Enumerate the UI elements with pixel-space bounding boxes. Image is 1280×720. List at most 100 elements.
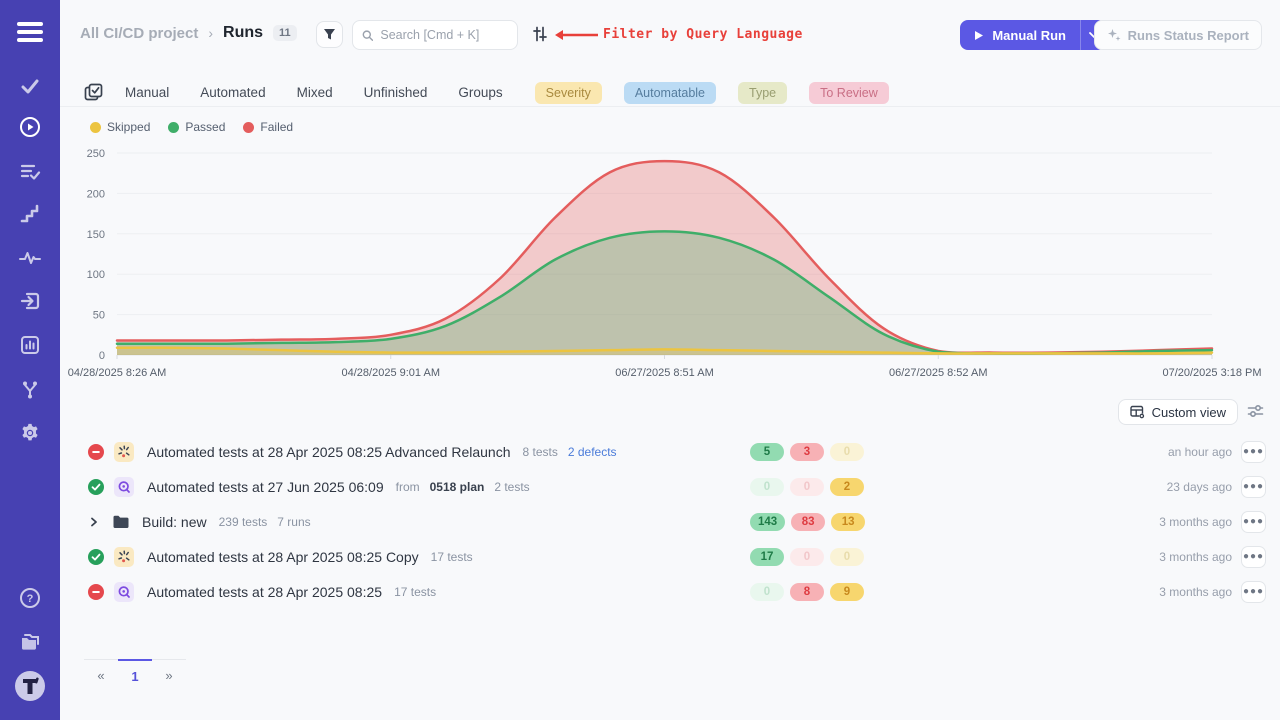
run-meta: from — [396, 480, 420, 494]
table-row[interactable]: Automated tests at 28 Apr 2025 08:25 Cop… — [60, 539, 1280, 574]
play-icon — [974, 30, 984, 41]
gear-icon — [19, 422, 41, 444]
prev-page-button[interactable]: « — [84, 659, 118, 691]
run-timestamp: 3 months ago — [1159, 515, 1232, 529]
view-settings-button[interactable] — [1247, 403, 1264, 424]
green-count-badge: 5 — [750, 443, 784, 461]
manual-run-button[interactable]: Manual Run — [960, 20, 1080, 50]
chip-automatable[interactable]: Automatable — [624, 82, 716, 104]
defects-link[interactable]: 2 defects — [568, 445, 617, 459]
passed-status-icon — [88, 479, 104, 495]
expand-chevron-icon[interactable] — [88, 516, 100, 528]
qase-icon — [114, 582, 134, 602]
red-count-badge: 8 — [790, 583, 824, 601]
run-meta: 239 tests — [219, 515, 268, 529]
sidebar-item-requirements[interactable] — [0, 283, 60, 319]
table-row[interactable]: Build: new 239 tests 7 runs 1438313 3 months… — [60, 504, 1280, 539]
legend-item-failed[interactable]: Failed — [243, 120, 293, 134]
legend-item-passed[interactable]: Passed — [168, 120, 225, 134]
sidebar-item-analytics[interactable] — [0, 327, 60, 363]
result-badges: 089 — [750, 583, 864, 601]
tab-automated[interactable]: Automated — [200, 85, 265, 100]
svg-text:200: 200 — [87, 188, 105, 200]
logo[interactable] — [0, 668, 60, 704]
breadcrumb: All CI/CD project › Runs 11 — [80, 24, 297, 42]
run-meta: 7 runs — [277, 515, 310, 529]
failed-status-icon — [88, 584, 104, 600]
table-row[interactable]: Automated tests at 28 Apr 2025 08:25 Adv… — [60, 434, 1280, 469]
sidebar-item-runs[interactable] — [0, 109, 60, 145]
folder-icon — [112, 514, 130, 530]
sidebar-item-settings[interactable] — [0, 415, 60, 451]
sidebar-item-help[interactable]: ? — [0, 580, 60, 616]
qase-icon — [114, 582, 134, 602]
svg-text:?: ? — [27, 593, 34, 605]
svg-text:06/27/2025 8:52 AM: 06/27/2025 8:52 AM — [889, 367, 987, 379]
run-title[interactable]: Automated tests at 28 Apr 2025 08:25 — [147, 584, 382, 600]
failed-status-icon — [88, 444, 104, 460]
legend-item-skipped[interactable]: Skipped — [90, 120, 150, 134]
query-language-filter-button[interactable] — [531, 25, 551, 45]
green-count-badge: 0 — [750, 583, 784, 601]
chip-type[interactable]: Type — [738, 82, 787, 104]
chip-severity[interactable]: Severity — [535, 82, 602, 104]
page-1-button[interactable]: 1 — [118, 659, 152, 691]
chart-legend: Skipped Passed Failed — [90, 120, 293, 134]
search-input[interactable] — [380, 28, 508, 42]
green-count-badge: 0 — [750, 478, 784, 496]
next-page-button[interactable]: » — [152, 659, 186, 691]
chip-to-review[interactable]: To Review — [809, 82, 889, 104]
filter-button[interactable] — [316, 21, 343, 48]
row-menu-button[interactable]: ●●● — [1241, 546, 1266, 568]
tab-mixed[interactable]: Mixed — [297, 85, 333, 100]
row-menu-button[interactable]: ●●● — [1241, 581, 1266, 603]
red-count-badge: 0 — [790, 548, 824, 566]
runs-count-badge: 11 — [273, 25, 297, 41]
play-circle-icon — [19, 116, 41, 138]
sidebar-item-traceability[interactable] — [0, 371, 60, 407]
run-meta-group: from0518 plan2 tests — [396, 480, 530, 494]
runs-status-report-button[interactable]: Runs Status Report — [1094, 20, 1262, 50]
result-badges: 1438313 — [750, 513, 865, 531]
run-title[interactable]: Automated tests at 28 Apr 2025 08:25 Cop… — [147, 549, 419, 565]
sidebar-item-tests[interactable] — [0, 68, 60, 104]
run-timestamp: 3 months ago — [1159, 585, 1232, 599]
row-menu-button[interactable]: ●●● — [1241, 441, 1266, 463]
table-row[interactable]: Automated tests at 27 Jun 2025 06:09 from… — [60, 469, 1280, 504]
sparkle-icon — [1107, 28, 1121, 42]
run-title[interactable]: Build: new — [142, 514, 207, 530]
run-title[interactable]: Automated tests at 27 Jun 2025 06:09 — [147, 479, 384, 495]
failed-status-icon — [88, 444, 104, 460]
run-title[interactable]: Automated tests at 28 Apr 2025 08:25 Adv… — [147, 444, 510, 460]
svg-text:04/28/2025 9:01 AM: 04/28/2025 9:01 AM — [342, 367, 440, 379]
spark-icon — [114, 442, 134, 462]
table-row[interactable]: Automated tests at 28 Apr 2025 08:2517 t… — [60, 574, 1280, 609]
svg-text:06/27/2025 8:51 AM: 06/27/2025 8:51 AM — [615, 367, 713, 379]
filter-chips: Severity Automatable Type To Review — [535, 82, 889, 104]
tab-groups[interactable]: Groups — [458, 85, 502, 100]
manual-run-button-group: Manual Run — [960, 20, 1106, 50]
sidebar-item-projects[interactable] — [0, 624, 60, 660]
yellow-count-badge: 2 — [830, 478, 864, 496]
row-menu-button[interactable]: ●●● — [1241, 476, 1266, 498]
breadcrumb-project[interactable]: All CI/CD project — [80, 25, 198, 42]
spark-icon — [114, 442, 134, 462]
yellow-count-badge: 13 — [831, 513, 865, 531]
yellow-count-badge: 0 — [830, 548, 864, 566]
result-badges: 1700 — [750, 548, 864, 566]
sidebar-item-milestones[interactable] — [0, 196, 60, 232]
svg-text:150: 150 — [87, 229, 105, 241]
run-timestamp: 3 months ago — [1159, 550, 1232, 564]
custom-view-button[interactable]: Custom view — [1118, 399, 1238, 425]
select-runs-icon[interactable] — [84, 83, 103, 102]
tab-unfinished[interactable]: Unfinished — [364, 85, 428, 100]
menu-icon[interactable] — [17, 22, 43, 46]
activity-icon — [18, 249, 42, 267]
result-badges: 002 — [750, 478, 864, 496]
tab-manual[interactable]: Manual — [125, 85, 169, 100]
row-menu-button[interactable]: ●●● — [1241, 511, 1266, 533]
sidebar-item-activity[interactable] — [0, 240, 60, 276]
filter-tabs: Manual Automated Mixed Unfinished Groups — [125, 85, 503, 100]
result-badges: 530 — [750, 443, 864, 461]
sidebar-item-plans[interactable] — [0, 154, 60, 190]
